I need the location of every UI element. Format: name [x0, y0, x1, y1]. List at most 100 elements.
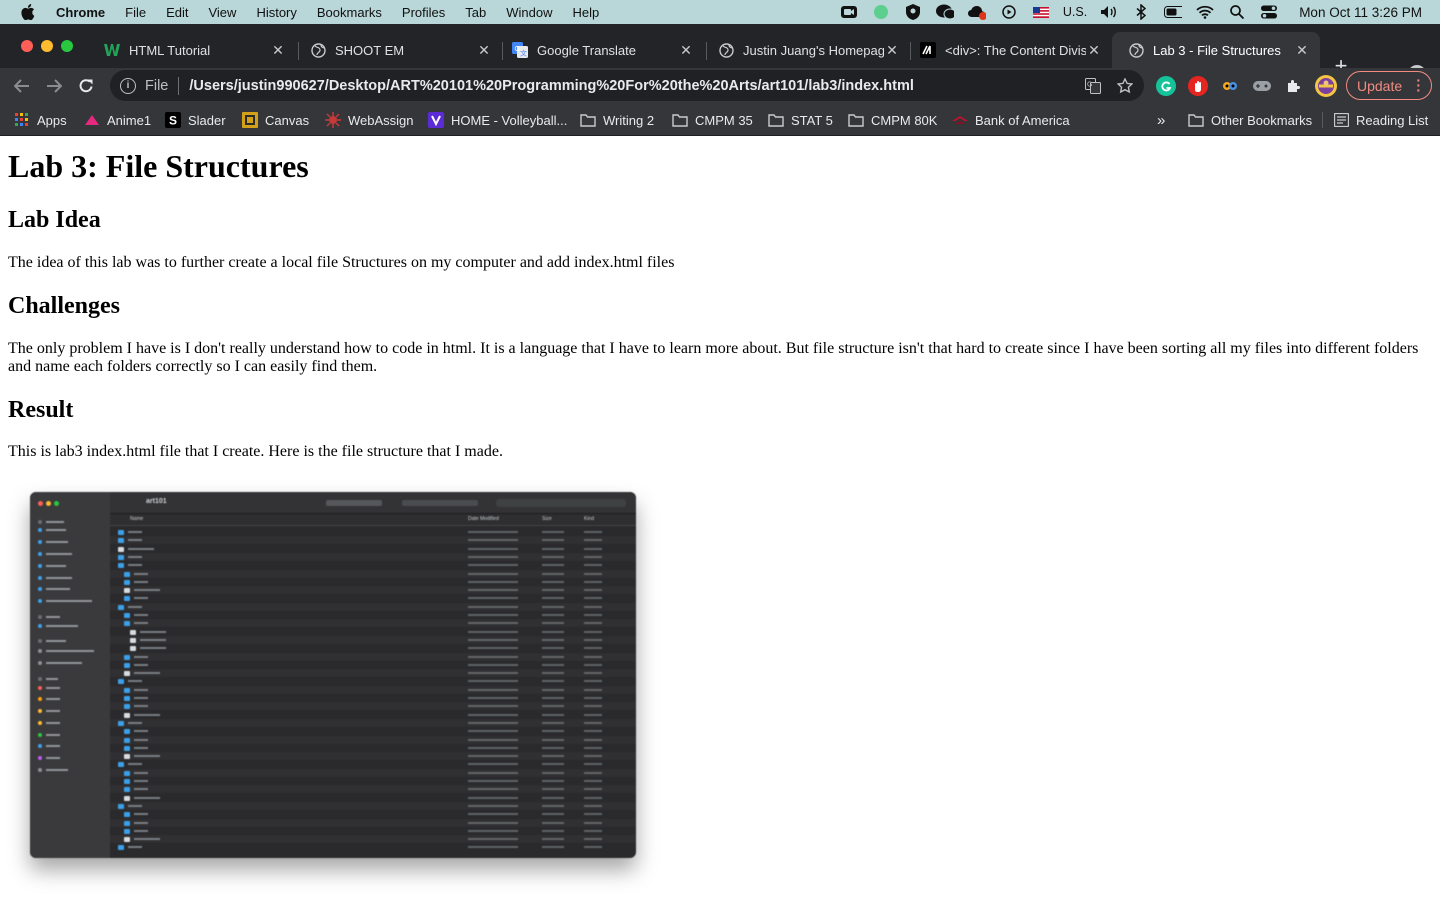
menu-edit[interactable]: Edit: [166, 5, 188, 20]
reload-button[interactable]: [75, 75, 97, 97]
bookmark-star-icon[interactable]: [1116, 77, 1134, 95]
file-meta-blur: [584, 788, 602, 791]
finder-sidebar-item: [38, 648, 94, 653]
close-tab-icon[interactable]: ✕: [476, 42, 492, 58]
file-meta-blur: [584, 688, 602, 691]
finder-file-row: [110, 603, 636, 611]
bookmark-label: WebAssign: [348, 112, 414, 128]
close-tab-icon[interactable]: ✕: [270, 42, 286, 58]
file-meta-blur: [542, 730, 564, 733]
window-minimize-button[interactable]: [41, 40, 53, 52]
finder-sidebar-item: [38, 696, 60, 701]
file-meta-blur: [584, 605, 602, 608]
bookmark-slader[interactable]: S Slader: [165, 111, 226, 129]
forward-button[interactable]: [43, 75, 65, 97]
tab-shoot-em[interactable]: SHOOT EM ✕: [294, 32, 502, 68]
menu-file[interactable]: File: [125, 5, 146, 20]
window-zoom-button[interactable]: [61, 40, 73, 52]
gamepad-extension-icon[interactable]: [1252, 76, 1272, 96]
file-icon: [124, 837, 130, 843]
menu-tab[interactable]: Tab: [465, 5, 486, 20]
input-source-label[interactable]: U.S.: [1063, 5, 1087, 19]
w3schools-icon: [104, 42, 120, 58]
back-button[interactable]: [11, 75, 33, 97]
bookmark-canvas[interactable]: Canvas: [242, 111, 309, 129]
file-meta-blur: [468, 846, 518, 849]
address-bar[interactable]: i File /Users/justin990627/Desktop/ART%2…: [110, 70, 1144, 101]
apple-menu-icon[interactable]: [20, 4, 36, 20]
battery-icon[interactable]: [1164, 4, 1183, 20]
adblock-extension-icon[interactable]: [1188, 76, 1208, 96]
bookmark-webassign[interactable]: WebAssign: [325, 111, 414, 129]
extensions-puzzle-icon[interactable]: [1284, 76, 1304, 96]
bookmark-folder-stat-5[interactable]: STAT 5: [768, 111, 833, 129]
window-close-button[interactable]: [21, 40, 33, 52]
macos-menu-bar: Chrome File Edit View History Bookmarks …: [0, 0, 1440, 24]
file-name-blur: [134, 688, 148, 691]
folder-icon: [768, 112, 784, 128]
file-name-blur: [134, 622, 148, 625]
file-name-blur: [134, 672, 160, 675]
bookmark-other-bookmarks[interactable]: Other Bookmarks: [1188, 111, 1312, 129]
close-tab-icon[interactable]: ✕: [884, 42, 900, 58]
file-meta-blur: [584, 738, 602, 741]
file-icon: [124, 754, 130, 760]
bookmark-anime1[interactable]: Anime1: [84, 111, 151, 129]
menu-history[interactable]: History: [256, 5, 296, 20]
vpn-shield-icon[interactable]: [904, 4, 922, 20]
file-meta-blur: [584, 780, 602, 782]
zoom-video-icon[interactable]: [840, 4, 858, 20]
reading-list-button[interactable]: Reading List: [1333, 111, 1428, 129]
finder-sidebar-item: [38, 755, 60, 760]
menu-bookmarks[interactable]: Bookmarks: [317, 5, 382, 20]
close-tab-icon[interactable]: ✕: [678, 42, 694, 58]
update-chrome-button[interactable]: Update · · ·: [1346, 71, 1432, 100]
menu-help[interactable]: Help: [573, 5, 600, 20]
url-text[interactable]: /Users/justin990627/Desktop/ART%20101%20…: [189, 78, 914, 94]
bluetooth-icon[interactable]: [1132, 4, 1150, 20]
tab-html-tutorial[interactable]: HTML Tutorial ✕: [88, 32, 296, 68]
menu-view[interactable]: View: [208, 5, 236, 20]
profile-avatar[interactable]: [1315, 75, 1337, 97]
tab-mdn-div[interactable]: <div>: The Content Division ✕: [904, 32, 1112, 68]
tab-google-translate[interactable]: G文 Google Translate ✕: [496, 32, 704, 68]
translate-page-icon[interactable]: G: [1084, 77, 1102, 95]
us-flag-icon[interactable]: [1032, 4, 1050, 20]
close-tab-icon[interactable]: ✕: [1294, 42, 1310, 58]
folder-icon: [848, 112, 864, 128]
wifi-icon[interactable]: [1196, 4, 1214, 20]
grammarly-status-icon[interactable]: [872, 4, 890, 20]
bookmark-label: Reading List: [1356, 112, 1429, 128]
finder-file-row: [110, 744, 636, 752]
bookmark-folder-cmpm-35[interactable]: CMPM 35: [672, 111, 753, 129]
file-meta-blur: [542, 597, 564, 600]
site-info-icon[interactable]: i: [120, 77, 136, 94]
bookmark-home-volleyball[interactable]: HOME - Volleyball...: [428, 111, 567, 129]
bookmark-bank-of-america[interactable]: Bank of America: [952, 111, 1070, 129]
menu-profiles[interactable]: Profiles: [402, 5, 445, 20]
owl-extension-icon[interactable]: [1220, 76, 1240, 96]
creative-cloud-icon[interactable]: [967, 4, 986, 20]
play-circle-icon[interactable]: [1000, 4, 1018, 20]
menu-app-chrome[interactable]: Chrome: [56, 5, 105, 20]
folder-icon: [118, 720, 124, 726]
file-meta-blur: [584, 680, 602, 683]
close-tab-icon[interactable]: ✕: [1086, 42, 1102, 58]
menu-window[interactable]: Window: [506, 5, 552, 20]
tab-justin-homepage[interactable]: Justin Juang's Homepage ✕: [702, 32, 910, 68]
tab-lab3-file-structures[interactable]: Lab 3 - File Structures ✕: [1112, 32, 1320, 68]
bookmarks-overflow-button[interactable]: »: [1157, 111, 1165, 129]
grammarly-extension-icon[interactable]: [1156, 76, 1176, 96]
svg-text:文: 文: [520, 49, 527, 58]
bookmark-folder-writing-2[interactable]: Writing 2: [580, 111, 654, 129]
volume-icon[interactable]: [1100, 4, 1118, 20]
file-meta-blur: [468, 771, 518, 774]
wechat-icon[interactable]: [935, 4, 954, 20]
bookmark-folder-cmpm-80k[interactable]: CMPM 80K: [848, 111, 937, 129]
tab-title: HTML Tutorial: [129, 42, 211, 58]
bookmark-apps[interactable]: Apps: [14, 111, 67, 129]
file-meta-blur: [542, 580, 564, 583]
control-center-icon[interactable]: [1260, 4, 1278, 20]
spotlight-search-icon[interactable]: [1228, 4, 1246, 20]
menu-bar-clock[interactable]: Mon Oct 11 3:26 PM: [1299, 5, 1422, 20]
